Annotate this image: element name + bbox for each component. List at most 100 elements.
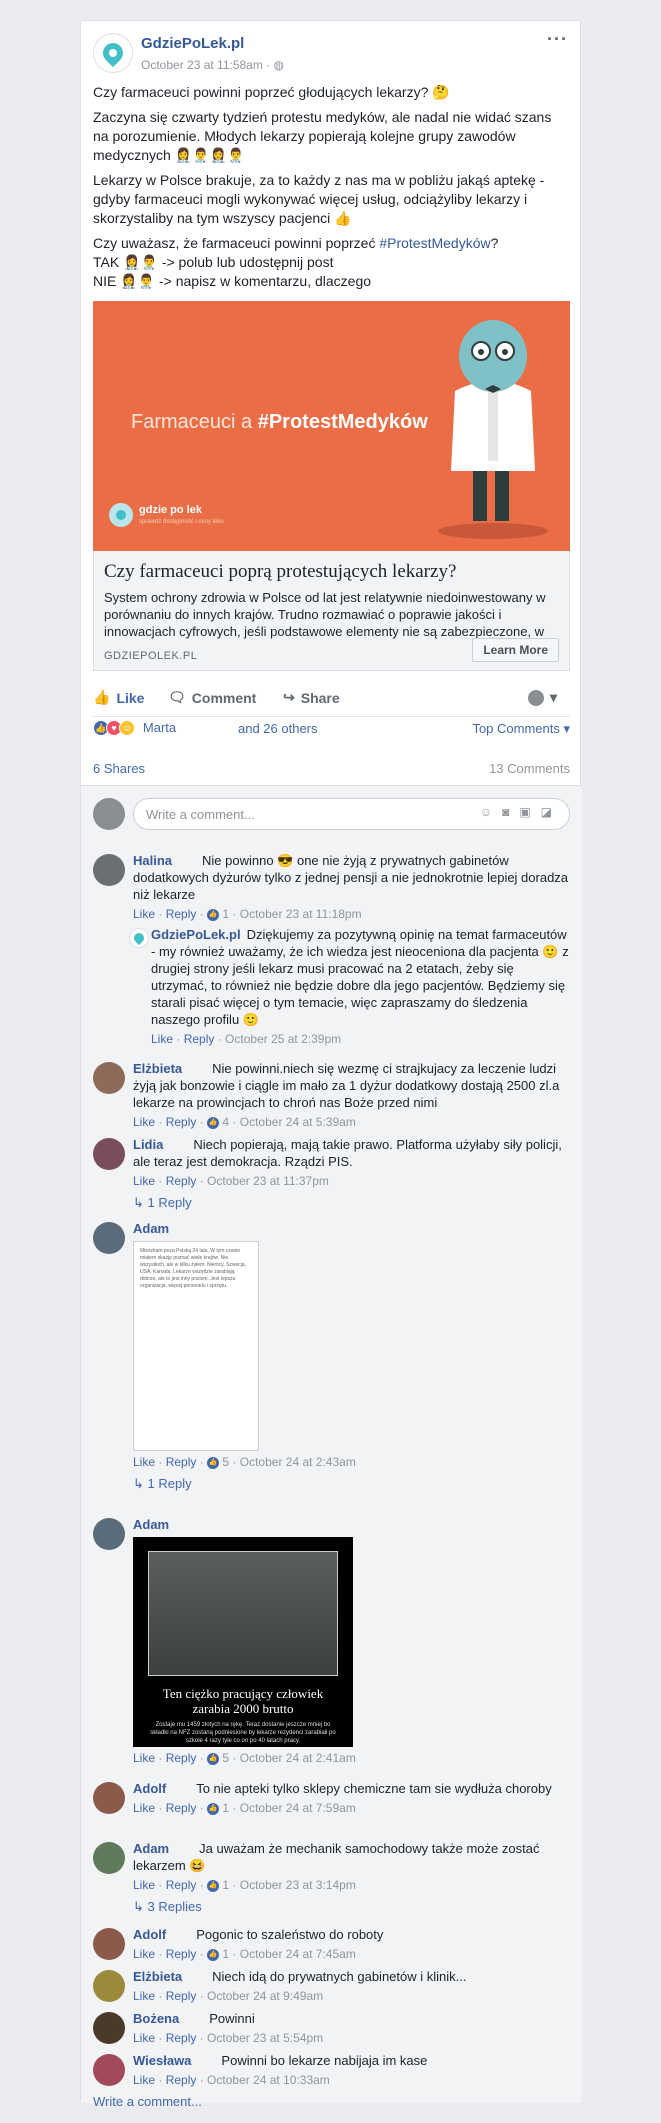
comment-reply-link[interactable]: Reply	[166, 2073, 197, 2087]
comment-time[interactable]: October 24 at 10:33am	[207, 2073, 330, 2087]
like-count-icon: 👍	[207, 1879, 220, 1892]
like-button[interactable]: 👍 Like	[93, 689, 144, 706]
comment-like-link[interactable]: Like	[133, 1801, 155, 1815]
comment-like-link[interactable]: Like	[133, 1947, 155, 1961]
comment-button[interactable]: 🗨 Comment	[168, 689, 256, 706]
comment-meta: Like · Reply · 👍 1 · October 23 at 3:14p…	[133, 1878, 356, 1892]
comment-like-link[interactable]: Like	[133, 1989, 155, 2003]
pin-icon	[98, 38, 128, 68]
comment-author[interactable]: GdziePoLek.pl	[151, 927, 241, 942]
comment-time[interactable]: October 24 at 2:43am	[240, 1455, 356, 1469]
comment-like-link[interactable]: Like	[133, 2073, 155, 2087]
more-options-icon[interactable]: ···	[547, 29, 568, 50]
comment-like-link[interactable]: Like	[133, 1174, 155, 1188]
image-subcaption: Zostaje mu 1459 złotych na rękę. Teraz d…	[150, 1722, 336, 1744]
comment-time[interactable]: October 24 at 5:39am	[240, 1115, 356, 1129]
comment-author[interactable]: Lidia	[133, 1137, 163, 1152]
avatar[interactable]	[93, 1518, 125, 1550]
globe-icon: ◍	[273, 58, 285, 72]
comment-reply-link[interactable]: Reply	[184, 1032, 215, 1046]
comment-author[interactable]: Wiesława	[133, 2053, 191, 2068]
comment-like-link[interactable]: Like	[133, 1878, 155, 1892]
comment-author[interactable]: Adolf	[133, 1927, 166, 1942]
shares-count[interactable]: 6 Shares	[93, 761, 145, 776]
comment-reply-link[interactable]: Reply	[166, 1801, 197, 1815]
comment-time[interactable]: October 23 at 5:54pm	[207, 2031, 323, 2045]
comment-author[interactable]: Elżbieta	[133, 1061, 182, 1076]
page-avatar[interactable]	[93, 33, 133, 73]
comment-author[interactable]: Elżbieta	[133, 1969, 182, 1984]
avatar[interactable]	[93, 1842, 125, 1874]
comment-reply-link[interactable]: Reply	[166, 907, 197, 921]
comment-time[interactable]: October 24 at 9:49am	[207, 1989, 323, 2003]
comment-author[interactable]: Adam	[133, 1221, 169, 1236]
comments-count[interactable]: 13 Comments	[489, 761, 570, 776]
comment-author[interactable]: Adam	[133, 1841, 169, 1856]
comment-meta: Like · Reply · 👍 1 · October 23 at 11:18…	[133, 907, 362, 921]
comment-reply-link[interactable]: Reply	[166, 1878, 197, 1892]
comment-like-link[interactable]: Like	[133, 907, 155, 921]
page-name[interactable]: GdziePoLek.pl	[141, 35, 244, 52]
image-brand: gdzie po lek	[139, 504, 202, 516]
comment-time[interactable]: October 23 at 11:37pm	[207, 1174, 329, 1188]
share-button[interactable]: ↪ Share	[283, 689, 340, 706]
comment-author[interactable]: Bożena	[133, 2011, 179, 2026]
comment-time[interactable]: October 24 at 7:59am	[240, 1801, 356, 1815]
post-as-selector[interactable]: ▾	[528, 689, 557, 706]
link-preview-image[interactable]: Farmaceuci a #ProtestMedyków gdzie po le…	[93, 301, 570, 551]
avatar[interactable]	[93, 2054, 125, 2086]
comment-time[interactable]: October 25 at 2:39pm	[225, 1032, 341, 1046]
hashtag-link[interactable]: #ProtestMedyków	[379, 235, 490, 251]
avatar[interactable]	[129, 928, 149, 948]
learn-more-button[interactable]: Learn More	[472, 638, 559, 662]
view-replies-link[interactable]: ↳ 1 Reply	[133, 1475, 570, 1492]
comment-text: Dziękujemy za pozytywną opinię na temat …	[151, 927, 569, 1027]
view-replies-link[interactable]: ↳ 3 Replies	[133, 1898, 570, 1915]
avatar[interactable]	[93, 1138, 125, 1170]
post-timestamp[interactable]: October 23 at 11:58am · ◍	[141, 58, 284, 72]
pharmacist-illustration	[438, 320, 548, 539]
reaction-name[interactable]: Marta	[143, 720, 176, 735]
reaction-icons[interactable]: 👍 ♥ ☺	[93, 719, 135, 737]
comment-time[interactable]: October 24 at 7:45am	[240, 1947, 356, 1961]
comment-reply-link[interactable]: Reply	[166, 1989, 197, 2003]
comment-like-link[interactable]: Like	[151, 1032, 173, 1046]
avatar[interactable]	[93, 1928, 125, 1960]
comment-time[interactable]: October 23 at 3:14pm	[240, 1878, 356, 1892]
comment-reply-link[interactable]: Reply	[166, 1115, 197, 1129]
avatar[interactable]	[93, 1222, 125, 1254]
comment-meta: Like · Reply · October 24 at 9:49am	[133, 1989, 324, 2003]
link-preview-box[interactable]: Czy farmaceuci poprą protestujących leka…	[93, 551, 570, 671]
comment-reply-link[interactable]: Reply	[166, 1947, 197, 1961]
composer-icons[interactable]: ☺◙▣◪	[480, 805, 562, 819]
avatar[interactable]	[93, 1782, 125, 1814]
comment-meta: Like · Reply · October 25 at 2:39pm	[151, 1032, 342, 1046]
comment-author[interactable]: Halina	[133, 853, 172, 868]
avatar[interactable]	[93, 1970, 125, 2002]
comment-attachment-image[interactable]: Ten ciężko pracujący człowiek zarabia 20…	[133, 1537, 353, 1747]
comment-reply-link[interactable]: Reply	[166, 2031, 197, 2045]
comment-reply-link[interactable]: Reply	[166, 1174, 197, 1188]
comment-reply-link[interactable]: Reply	[166, 1455, 197, 1469]
comment-time[interactable]: October 23 at 11:18pm	[240, 907, 362, 921]
avatar[interactable]	[93, 854, 125, 886]
comment-like-link[interactable]: Like	[133, 1115, 155, 1129]
write-comment-link[interactable]: Write a comment...	[93, 2094, 202, 2109]
comment-attachment-image[interactable]: Mieszkam poza Polską 24 lata. W tym czas…	[133, 1241, 259, 1451]
avatar[interactable]	[93, 2012, 125, 2044]
comment-author[interactable]: Adam	[133, 1517, 169, 1532]
comment-reply-link[interactable]: Reply	[166, 1751, 197, 1765]
view-replies-link[interactable]: ↳ 1 Reply	[133, 1194, 570, 1211]
link-title[interactable]: Czy farmaceuci poprą protestujących leka…	[104, 561, 559, 583]
comment-time[interactable]: October 24 at 2:41am	[240, 1751, 356, 1765]
comment-like-link[interactable]: Like	[133, 2031, 155, 2045]
comment-like-link[interactable]: Like	[133, 1751, 155, 1765]
sort-comments-dropdown[interactable]: Top Comments ▾	[472, 721, 570, 737]
sticker-icon: ◪	[540, 805, 562, 819]
comment-text: Powinni bo lekarze nabijaja im kase	[221, 2053, 428, 2068]
comment-like-link[interactable]: Like	[133, 1455, 155, 1469]
comment-author[interactable]: Adolf	[133, 1781, 166, 1796]
avatar[interactable]	[93, 1062, 125, 1094]
reaction-others[interactable]: and 26 others	[238, 721, 318, 736]
image-title: Farmaceuci a #ProtestMedyków	[131, 411, 428, 433]
